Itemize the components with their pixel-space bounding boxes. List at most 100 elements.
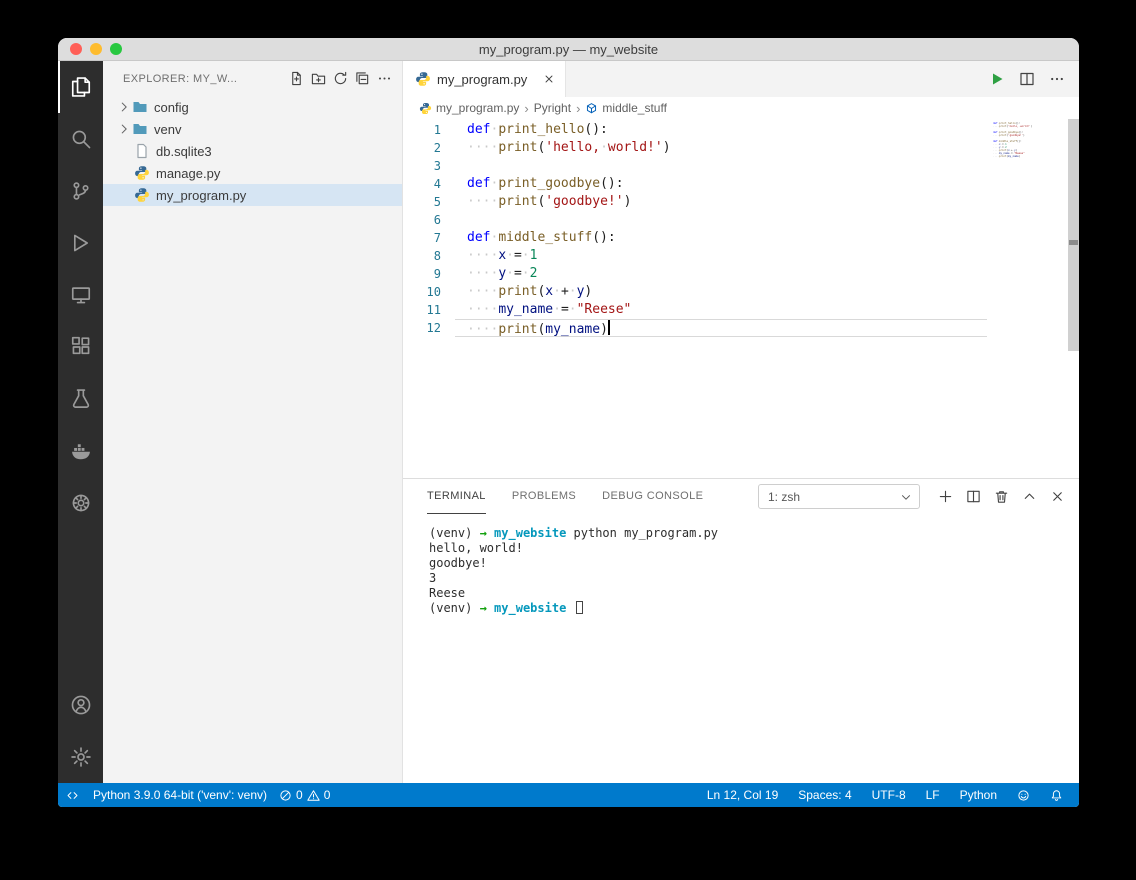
tree-item-manage.py[interactable]: manage.py — [103, 162, 402, 184]
line-number: 12 — [403, 319, 455, 337]
tree-item-label: db.sqlite3 — [156, 144, 212, 159]
status-language-mode[interactable]: Python — [954, 783, 1003, 807]
breadcrumb-item-middle_stuff[interactable]: middle_stuff — [585, 101, 666, 115]
extension-gear-icon — [70, 492, 92, 514]
activity-item-run-and-debug[interactable] — [58, 217, 103, 269]
new-terminal-button[interactable] — [938, 489, 953, 504]
status-eol[interactable]: LF — [920, 783, 946, 807]
tab-my_program-py[interactable]: my_program.py — [403, 61, 566, 97]
code-text: ····y·=·2 — [455, 265, 987, 283]
traffic-zoom-button[interactable] — [110, 43, 122, 55]
activity-item-search[interactable] — [58, 113, 103, 165]
tab-label: my_program.py — [437, 72, 527, 87]
terminal-line: Reese — [429, 586, 1079, 601]
terminal[interactable]: (venv) → my_website python my_program.py… — [403, 514, 1079, 783]
split-terminal-button[interactable] — [966, 489, 981, 504]
code-line-10[interactable]: 10····print(x·+·y) — [403, 283, 987, 301]
new-folder-button[interactable] — [311, 71, 326, 86]
code-line-11[interactable]: 11····my_name·=·"Reese" — [403, 301, 987, 319]
tree-item-label: my_program.py — [156, 188, 246, 203]
breadcrumb-label: middle_stuff — [602, 101, 666, 115]
status-encoding[interactable]: UTF-8 — [866, 783, 912, 807]
editor-scrollbar[interactable] — [1068, 119, 1079, 351]
titlebar[interactable]: my_program.py — my_website — [58, 38, 1079, 61]
panel-actions — [938, 489, 1065, 504]
sidebar-actions — [289, 71, 392, 86]
tree-item-venv[interactable]: venv — [103, 118, 402, 140]
problems-status[interactable]: 0 0 — [273, 783, 336, 807]
code-editor[interactable]: 1def·print_hello():2····print('hello,·wo… — [403, 119, 1079, 478]
code-line-1[interactable]: 1def·print_hello(): — [403, 121, 987, 139]
activity-item-accounts[interactable] — [58, 679, 103, 731]
more-editor-actions-button[interactable] — [1049, 71, 1065, 87]
code-text: def·print_hello(): — [455, 121, 987, 139]
window-title: my_program.py — my_website — [58, 42, 1079, 57]
chevron-down-icon — [899, 490, 913, 504]
breadcrumb: my_program.py›Pyright›middle_stuff — [403, 97, 1079, 119]
panel-tab-debug-console[interactable]: DEBUG CONSOLE — [602, 479, 703, 514]
status-cursor-position[interactable]: Ln 12, Col 19 — [701, 783, 784, 807]
run-and-debug-icon — [70, 232, 92, 254]
chevron-right-icon — [117, 122, 131, 136]
activity-item-remote-explorer[interactable] — [58, 269, 103, 321]
code-line-2[interactable]: 2····print('hello,·world!') — [403, 139, 987, 157]
remote-indicator[interactable] — [58, 783, 87, 807]
activity-item-source-control[interactable] — [58, 165, 103, 217]
warning-icon — [307, 789, 320, 802]
activity-item-extension-gear[interactable] — [58, 477, 103, 529]
terminal-select[interactable]: 1: zsh — [758, 484, 920, 509]
more-actions-button[interactable] — [377, 71, 392, 86]
kill-terminal-icon — [994, 489, 1009, 504]
close-panel-button[interactable] — [1050, 489, 1065, 504]
feedback-smiley-icon — [1017, 789, 1030, 802]
code-line-6[interactable]: 6 — [403, 211, 987, 229]
activity-item-extensions[interactable] — [58, 321, 103, 373]
sidebar-title: EXPLORER: MY_W... — [123, 73, 289, 85]
code-line-12[interactable]: 12····print(my_name) — [403, 319, 987, 337]
new-folder-icon — [311, 71, 326, 86]
breadcrumb-item-my_program.py[interactable]: my_program.py — [419, 101, 519, 115]
panel-tab-terminal[interactable]: TERMINAL — [427, 479, 486, 514]
activity-item-explorer[interactable] — [58, 61, 103, 113]
code-line-4[interactable]: 4def·print_goodbye(): — [403, 175, 987, 193]
split-editor-button[interactable] — [1019, 71, 1035, 87]
error-count: 0 — [296, 788, 303, 802]
traffic-minimize-button[interactable] — [90, 43, 102, 55]
search-icon — [70, 128, 92, 150]
python-interpreter-status[interactable]: Python 3.9.0 64-bit ('venv': venv) — [87, 783, 273, 807]
activity-item-testing[interactable] — [58, 373, 103, 425]
tree-item-config[interactable]: config — [103, 96, 402, 118]
collapse-folders-button[interactable] — [355, 71, 370, 86]
new-file-button[interactable] — [289, 71, 304, 86]
close-tab-icon[interactable] — [543, 73, 555, 85]
notifications-status[interactable] — [1044, 783, 1069, 807]
run-python-file-button[interactable] — [989, 71, 1005, 87]
status-indentation[interactable]: Spaces: 4 — [792, 783, 857, 807]
code-line-3[interactable]: 3 — [403, 157, 987, 175]
refresh-explorer-button[interactable] — [333, 71, 348, 86]
kill-terminal-button[interactable] — [994, 489, 1009, 504]
split-terminal-icon — [966, 489, 981, 504]
python-icon — [134, 187, 150, 203]
traffic-close-button[interactable] — [70, 43, 82, 55]
code-line-9[interactable]: 9····y·=·2 — [403, 265, 987, 283]
maximize-panel-button[interactable] — [1022, 489, 1037, 504]
source-control-icon — [70, 180, 92, 202]
breadcrumb-item-Pyright[interactable]: Pyright — [534, 101, 571, 115]
tree-item-my_program.py[interactable]: my_program.py — [103, 184, 402, 206]
activity-item-manage[interactable] — [58, 731, 103, 783]
panel-tab-problems[interactable]: PROBLEMS — [512, 479, 576, 514]
code-text: ····print(x·+·y) — [455, 283, 987, 301]
code-line-8[interactable]: 8····x·=·1 — [403, 247, 987, 265]
code-line-5[interactable]: 5····print('goodbye!') — [403, 193, 987, 211]
overview-ruler-mark — [1069, 240, 1078, 245]
tree-item-db.sqlite3[interactable]: db.sqlite3 — [103, 140, 402, 162]
activity-item-docker[interactable] — [58, 425, 103, 477]
line-number: 4 — [403, 175, 455, 193]
new-file-icon — [289, 71, 304, 86]
feedback-status[interactable] — [1011, 783, 1036, 807]
minimap[interactable]: def·print_hello():····print('hello,·worl… — [993, 122, 1065, 158]
folder-icon — [132, 99, 148, 115]
tree-item-label: config — [154, 100, 189, 115]
code-line-7[interactable]: 7def·middle_stuff(): — [403, 229, 987, 247]
